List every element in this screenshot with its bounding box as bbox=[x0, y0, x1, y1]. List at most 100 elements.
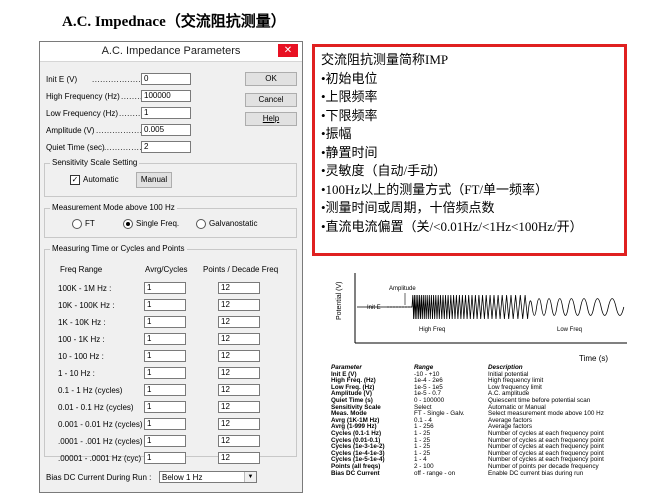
ok-button[interactable]: OK bbox=[245, 72, 297, 86]
init-e-field[interactable]: 0 bbox=[141, 73, 191, 85]
amplitude-label: Amplitude bbox=[389, 286, 416, 292]
automatic-checkbox[interactable]: ✓ bbox=[70, 175, 80, 185]
note-line: •100Hz以上的测量方式（FT/单一频率） bbox=[321, 181, 548, 197]
ft-label: FT bbox=[85, 219, 95, 228]
freq-range-label: 10 - 100 Hz : bbox=[58, 352, 104, 361]
high-frequency-label: High Frequency (Hz) bbox=[46, 92, 120, 101]
bias-dc-select[interactable]: Below 1 Hz ▼ bbox=[159, 471, 257, 483]
galvanostatic-label: Galvanostatic bbox=[209, 219, 258, 228]
measuring-group-title: Measuring Time or Cycles and Points bbox=[50, 244, 187, 253]
avrg-cycles-field[interactable]: 1 bbox=[144, 435, 186, 447]
automatic-label: Automatic bbox=[83, 175, 119, 184]
avrg-cycles-field[interactable]: 1 bbox=[144, 350, 186, 362]
ac-waveform bbox=[357, 294, 625, 320]
freq-range-label: 1 - 10 Hz : bbox=[58, 369, 95, 378]
points-decade-field[interactable]: 12 bbox=[218, 418, 260, 430]
low-frequency-label: Low Frequency (Hz) bbox=[46, 109, 119, 118]
points-decade-field[interactable]: 12 bbox=[218, 452, 260, 464]
chevron-down-icon[interactable]: ▼ bbox=[244, 472, 256, 482]
freq-range-label: 0.1 - 1 Hz (cycles) bbox=[58, 386, 123, 395]
high-freq-label: High Freq bbox=[419, 327, 445, 333]
avrg-cycles-field[interactable]: 1 bbox=[144, 367, 186, 379]
avrg-cycles-field[interactable]: 1 bbox=[144, 384, 186, 396]
avrg-cycles-field[interactable]: 1 bbox=[144, 282, 186, 294]
freq-range-label: 100 - 1K Hz : bbox=[58, 335, 105, 344]
points-decade-field[interactable]: 12 bbox=[218, 401, 260, 413]
note-line: •振幅 bbox=[321, 126, 352, 141]
points-decade-field[interactable]: 12 bbox=[218, 316, 260, 328]
page-heading: A.C. Impednace（交流阻抗测量） bbox=[62, 14, 286, 30]
description-column: Description Initial potential High frequen… bbox=[488, 364, 604, 477]
freq-range-label: .0001 - .001 Hz (cycles) bbox=[58, 437, 143, 446]
freq-range-label: 0.01 - 0.1 Hz (cycles) bbox=[58, 403, 134, 412]
leader-dots: ...................... bbox=[96, 126, 141, 135]
table-cell: Bias DC Current bbox=[331, 469, 380, 477]
avrg-cycles-field[interactable]: 1 bbox=[144, 299, 186, 311]
note-line: •直流电流偏置（关/<0.01Hz/<1Hz<100Hz/开） bbox=[321, 218, 583, 234]
points-decade-field[interactable]: 12 bbox=[218, 350, 260, 362]
freq-range-label: 1K - 10K Hz : bbox=[58, 318, 106, 327]
freq-range-header: Freq Range bbox=[60, 265, 103, 274]
low-frequency-field[interactable]: 1 bbox=[141, 107, 191, 119]
waveform-diagram: Potential (V) Amplitude Init E High Freq… bbox=[336, 273, 627, 363]
note-line: •下限频率 bbox=[321, 107, 378, 123]
avrg-cycles-field[interactable]: 1 bbox=[144, 401, 186, 413]
amplitude-field[interactable]: 0.005 bbox=[141, 124, 191, 136]
avrg-cycles-field[interactable]: 1 bbox=[144, 316, 186, 328]
leader-dots: .......... bbox=[121, 92, 141, 101]
high-frequency-field[interactable]: 100000 bbox=[141, 90, 191, 102]
table-cell: off - range - on bbox=[414, 469, 456, 477]
quiet-time-field[interactable]: 2 bbox=[141, 141, 191, 153]
time-label: Time (s) bbox=[579, 354, 608, 363]
note-line: •上限频率 bbox=[321, 89, 378, 104]
init-e-label: Init E (V) bbox=[46, 75, 78, 84]
leader-dots: .......... bbox=[119, 109, 141, 118]
freq-range-label: 100K - 1M Hz : bbox=[58, 284, 112, 293]
single-freq-radio[interactable] bbox=[123, 219, 133, 229]
avrg-cycles-field[interactable]: 1 bbox=[144, 452, 186, 464]
measurement-mode-title: Measurement Mode above 100 Hz bbox=[50, 203, 177, 212]
ft-radio[interactable] bbox=[72, 219, 82, 229]
note-line: •初始电位 bbox=[321, 70, 378, 86]
help-button[interactable]: Help bbox=[245, 112, 297, 126]
points-decade-field[interactable]: 12 bbox=[218, 333, 260, 345]
init-e-label: Init E bbox=[367, 305, 381, 311]
manual-button[interactable]: Manual bbox=[136, 172, 172, 188]
table-cell: Enable DC current bias during run bbox=[488, 469, 584, 477]
freq-range-label: 10K - 100K Hz : bbox=[58, 301, 115, 310]
note-line: •测量时间或周期，十倍频点数 bbox=[321, 200, 495, 215]
potential-label: Potential (V) bbox=[336, 281, 343, 320]
leader-dots: .................. bbox=[104, 143, 141, 152]
points-decade-header: Points / Decade Freq bbox=[203, 265, 279, 274]
note-line: 交流阻抗测量简称IMP bbox=[321, 52, 449, 67]
avrg-cycles-field[interactable]: 1 bbox=[144, 333, 186, 345]
avrg-cycles-field[interactable]: 1 bbox=[144, 418, 186, 430]
low-freq-label: Low Freq bbox=[557, 327, 582, 333]
amplitude-label: Amplitude (V) bbox=[46, 126, 95, 135]
avrg-cycles-header: Avrg/Cycles bbox=[145, 265, 188, 274]
freq-range-label: .00001 - .0001 Hz (cyc) bbox=[58, 454, 142, 463]
points-decade-field[interactable]: 12 bbox=[218, 384, 260, 396]
sensitivity-group-title: Sensitivity Scale Setting bbox=[50, 158, 140, 167]
bias-dc-label: Bias DC Current During Run : bbox=[46, 473, 152, 482]
single-freq-label: Single Freq. bbox=[136, 219, 180, 228]
note-line: •静置时间 bbox=[321, 144, 378, 160]
range-column: Range -10 - +10 1e-4 - 2e6 1e-5 - 1e5 1e-5 -… bbox=[414, 364, 465, 477]
points-decade-field[interactable]: 12 bbox=[218, 282, 260, 294]
parameter-column: Parameter Init E (V) High Freq. (Hz) Low Fr… bbox=[331, 364, 385, 477]
close-icon[interactable]: ✕ bbox=[278, 44, 298, 57]
points-decade-field[interactable]: 12 bbox=[218, 299, 260, 311]
dialog-titlebar: A.C. Impedance Parameters ✕ bbox=[40, 42, 302, 62]
dialog-title: A.C. Impedance Parameters bbox=[101, 45, 241, 57]
quiet-time-label: Quiet Time (sec) bbox=[46, 143, 105, 152]
bias-dc-value: Below 1 Hz bbox=[162, 473, 203, 482]
galvanostatic-radio[interactable] bbox=[196, 219, 206, 229]
freq-range-label: 0.001 - 0.01 Hz (cycles) bbox=[58, 420, 143, 429]
ac-impedance-dialog: A.C. Impedance Parameters ✕ Init E (V) .… bbox=[39, 41, 303, 493]
points-decade-field[interactable]: 12 bbox=[218, 367, 260, 379]
note-line: •灵敏度（自动/手动） bbox=[321, 163, 447, 178]
points-decade-field[interactable]: 12 bbox=[218, 435, 260, 447]
cancel-button[interactable]: Cancel bbox=[245, 93, 297, 107]
leader-dots: .......................... bbox=[92, 75, 142, 84]
notes-box: 交流阻抗测量简称IMP •初始电位 •上限频率 •下限频率 •振幅 •静置时间 … bbox=[312, 44, 627, 256]
